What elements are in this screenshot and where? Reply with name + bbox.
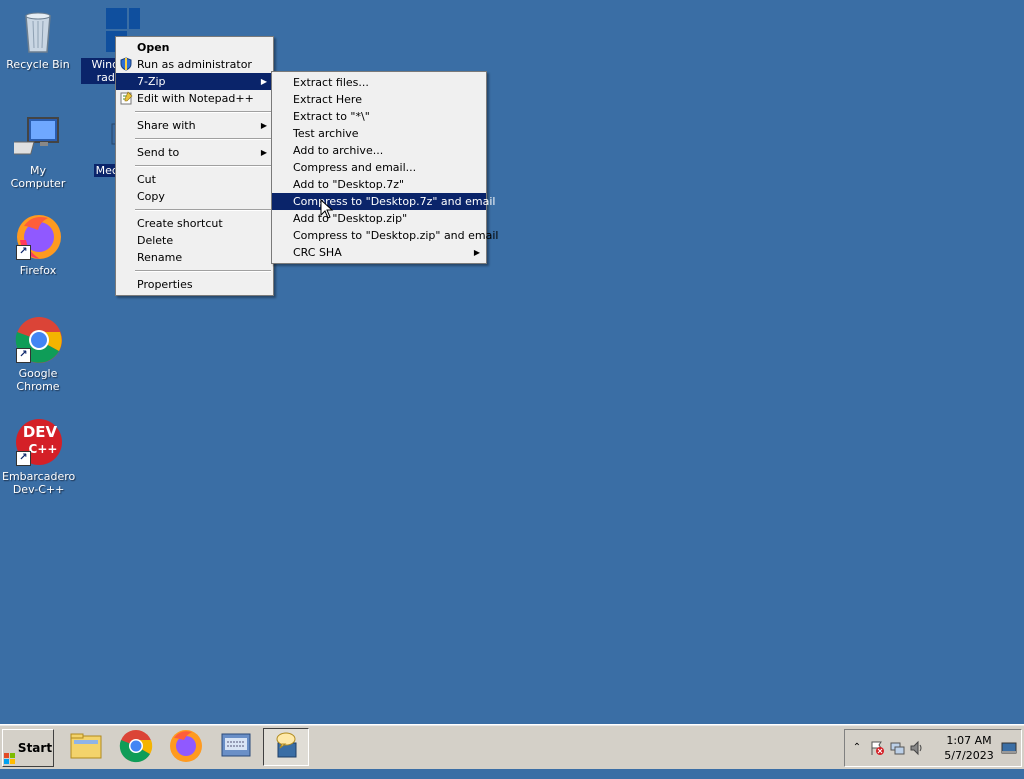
submenu-item-add-to-archive[interactable]: Add to archive... [272,142,486,159]
my-computer-desktop-icon[interactable]: My Computer [0,112,76,190]
menu-item-send-to[interactable]: Send to ▶ [116,144,273,161]
menu-item-rename[interactable]: Rename [116,249,273,266]
recycle-bin-label: Recycle Bin [6,58,70,71]
submenu-item-extract-files[interactable]: Extract files... [272,74,486,91]
menu-separator [135,138,271,140]
windows-flag-icon [3,743,16,764]
menu-item-cut[interactable]: Cut [116,171,273,188]
menu-item-copy[interactable]: Copy [116,188,273,205]
firefox-desktop-icon[interactable]: ↗ Firefox [0,212,76,277]
menu-separator [135,111,271,113]
system-tray: ⌃ 1:07 AM 5/7/2023 [844,729,1022,767]
submenu-item-compress-and-email[interactable]: Compress and email... [272,159,486,176]
submenu-item-add-to-zip[interactable]: Add to "Desktop.zip" [272,210,486,227]
clock-date: 5/7/2023 [944,749,994,762]
google-chrome-label: Google Chrome [16,367,60,393]
shortcut-arrow-icon: ↗ [16,348,31,363]
firefox-icon [170,730,202,762]
network-icon[interactable] [889,740,905,756]
chrome-icon: ↗ [14,315,62,363]
google-chrome-desktop-icon[interactable]: ↗ Google Chrome [0,315,76,393]
submenu-item-compress-zip-email[interactable]: Compress to "Desktop.zip" and email [272,227,498,244]
computer-icon [8,112,62,160]
7zip-submenu: Extract files... Extract Here Extract to… [271,71,498,264]
taskbar-clock[interactable]: 1:07 AM 5/7/2023 [941,733,997,763]
show-hidden-icons-chevron-icon[interactable]: ⌃ [849,740,865,756]
devcpp-badge-text: DEV [22,423,58,441]
submenu-item-extract-here[interactable]: Extract Here [272,91,486,108]
uac-shield-icon [119,57,133,71]
recycle-bin-desktop-icon[interactable]: Recycle Bin [0,6,76,71]
menu-separator [135,209,271,211]
submenu-item-add-to-7z[interactable]: Add to "Desktop.7z" [272,176,486,193]
menu-item-properties[interactable]: Properties [116,276,273,293]
taskbar-chrome-button[interactable] [114,728,158,764]
embarcadero-devcpp-desktop-icon[interactable]: DEV C++ ↗ Embarcadero Dev-C++ [0,418,76,496]
submenu-item-extract-to[interactable]: Extract to "*\" [272,108,486,125]
devcpp-icon: DEV C++ ↗ [14,418,62,466]
recycle-bin-icon [14,6,62,54]
menu-item-delete[interactable]: Delete [116,232,273,249]
taskbar-file-explorer-button[interactable] [64,728,108,764]
context-menu: Open Run as administrator 7-Zip ▶ Edit w… [115,36,274,296]
firefox-icon: ↗ [14,212,62,260]
menu-separator [135,270,271,272]
submenu-arrow-icon: ▶ [260,77,267,86]
my-computer-label: My Computer [10,164,66,190]
submenu-item-compress-7z-email[interactable]: Compress to "Desktop.7z" and email [272,193,495,210]
devcpp-badge-text-2: C++ [28,442,58,456]
submenu-arrow-icon: ▶ [260,148,267,157]
action-center-flag-icon[interactable] [869,740,885,756]
remote-chat-icon [276,732,297,758]
chrome-icon [119,730,153,763]
show-desktop-icon[interactable] [1001,740,1017,756]
menu-item-run-as-administrator[interactable]: Run as administrator [116,56,273,73]
menu-item-share-with[interactable]: Share with ▶ [116,117,273,134]
taskbar-firefox-button[interactable] [164,728,208,764]
submenu-item-crc-sha[interactable]: CRC SHA ▶ [272,244,486,261]
firefox-label: Firefox [19,264,57,277]
keyboard-icon [221,733,251,757]
volume-icon[interactable] [909,740,925,756]
taskbar: Start ⌃ 1:07 AM 5/7/2023 [0,724,1024,769]
start-button[interactable]: Start [2,729,54,767]
shortcut-arrow-icon: ↗ [16,451,31,466]
notepadpp-icon [119,91,133,105]
taskbar-keyboard-app-button[interactable] [214,728,258,764]
submenu-item-test-archive[interactable]: Test archive [272,125,486,142]
menu-separator [135,165,271,167]
taskbar-remote-chat-button[interactable] [263,728,309,766]
menu-item-create-shortcut[interactable]: Create shortcut [116,215,273,232]
mouse-cursor-icon [320,198,334,219]
embarcadero-devcpp-label: Embarcadero Dev-C++ [2,470,76,496]
submenu-arrow-icon: ▶ [473,248,480,257]
menu-item-edit-with-notepadpp[interactable]: Edit with Notepad++ [116,90,273,107]
shortcut-arrow-icon: ↗ [16,245,31,260]
submenu-arrow-icon: ▶ [260,121,267,130]
folder-icon [70,733,102,759]
menu-item-open[interactable]: Open [116,39,273,56]
menu-item-7zip[interactable]: 7-Zip ▶ [116,73,273,90]
clock-time: 1:07 AM [946,734,992,747]
